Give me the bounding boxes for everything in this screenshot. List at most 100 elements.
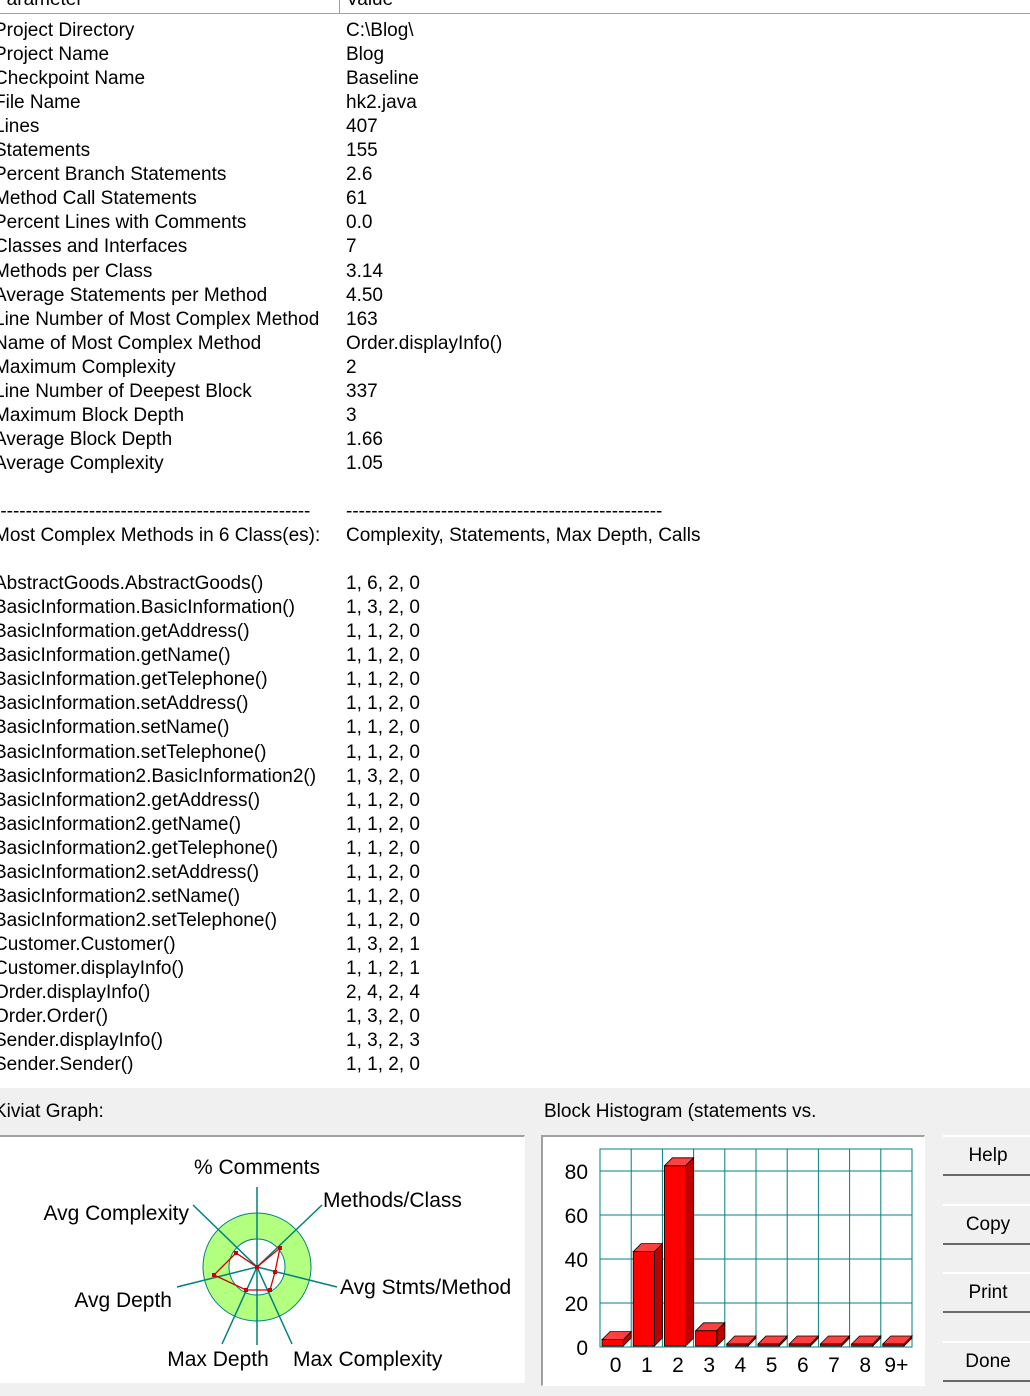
table-row[interactable]: File Name hk2.java — [0, 91, 1030, 115]
row-parameter: Statements — [0, 140, 91, 162]
row-value: 1, 1, 2, 0 — [346, 741, 420, 763]
histogram-bar-front — [851, 1343, 874, 1347]
row-value: 1, 1, 2, 0 — [346, 909, 420, 931]
histogram-y-tick: 20 — [565, 1293, 588, 1316]
table-row[interactable]: Method Call Statements 61 — [0, 187, 1030, 211]
table-row[interactable]: Percent Branch Statements 2.6 — [0, 163, 1030, 187]
row-parameter: Name of Most Complex Method — [0, 332, 262, 354]
row-parameter: Sender.displayInfo() — [0, 1030, 163, 1052]
kiviat-axis-label: Avg Stmts/Method — [340, 1276, 511, 1299]
table-row[interactable]: Customer.displayInfo() 1, 1, 2, 1 — [0, 957, 1030, 981]
row-value: 1, 1, 2, 0 — [346, 861, 420, 883]
table-row[interactable]: BasicInformation2.setAddress() 1, 1, 2, 0 — [0, 861, 1030, 885]
table-row[interactable]: BasicInformation.getName() 1, 1, 2, 0 — [0, 644, 1030, 668]
row-parameter: BasicInformation.setTelephone() — [0, 741, 267, 763]
table-row[interactable]: AbstractGoods.AbstractGoods() 1, 6, 2, 0 — [0, 572, 1030, 596]
table-row[interactable]: BasicInformation.getTelephone() 1, 1, 2, … — [0, 668, 1030, 692]
table-row[interactable]: BasicInformation.setAddress() 1, 1, 2, 0 — [0, 692, 1030, 716]
table-row[interactable]: BasicInformation.setTelephone() 1, 1, 2, … — [0, 741, 1030, 765]
help-button[interactable]: Help — [943, 1135, 1030, 1176]
row-value: 0.0 — [346, 212, 373, 234]
histogram-bar — [663, 1156, 695, 1347]
kiviat-axis-label: Avg Complexity — [43, 1202, 189, 1225]
kiviat-axis-label: Methods/Class — [323, 1189, 462, 1212]
row-value: 2, 4, 2, 4 — [346, 982, 420, 1003]
histogram-x-tick: 0 — [610, 1354, 622, 1377]
table-row[interactable]: BasicInformation.getAddress() 1, 1, 2, 0 — [0, 620, 1030, 644]
row-parameter: BasicInformation2.setName() — [0, 885, 241, 907]
row-parameter: Order.Order() — [0, 1006, 109, 1028]
table-row[interactable]: BasicInformation.BasicInformation() 1, 3,… — [0, 596, 1030, 620]
row-value: 2 — [346, 356, 357, 378]
table-row[interactable]: Checkpoint Name Baseline — [0, 67, 1030, 91]
table-row[interactable]: Average Complexity 1.05 — [0, 452, 1030, 476]
block-histogram: 0 20 40 60 80 0 1 2 3 4 5 6 7 8 9+ — [541, 1135, 925, 1386]
kiviat-axis-label: Max Complexity — [293, 1348, 443, 1371]
histogram-bar — [694, 1321, 726, 1347]
kiviat-axis-label: % Comments — [194, 1156, 320, 1179]
histogram-x-tick: 3 — [703, 1354, 715, 1377]
table-row[interactable] — [0, 476, 1030, 500]
table-row[interactable]: Order.displayInfo() 2, 4, 2, 4 — [0, 981, 1030, 1005]
row-parameter: Line Number of Deepest Block — [0, 380, 252, 402]
table-row[interactable]: Statements 155 — [0, 139, 1030, 163]
row-value: 1, 3, 2, 0 — [346, 597, 420, 619]
table-row[interactable]: Classes and Interfaces 7 — [0, 235, 1030, 259]
row-value: 1, 1, 2, 0 — [346, 885, 420, 907]
table-row[interactable]: Name of Most Complex Method Order.display… — [0, 332, 1030, 356]
row-value: C:\Blog\ — [346, 20, 414, 41]
table-row[interactable] — [0, 548, 1030, 572]
table-row[interactable]: Sender.Sender() 1, 1, 2, 0 — [0, 1053, 1030, 1077]
table-row[interactable]: Average Block Depth 1.66 — [0, 428, 1030, 452]
row-parameter: Order.displayInfo() — [0, 982, 151, 1003]
column-header-parameter[interactable]: Parameter — [0, 0, 83, 11]
kiviat-graph-label: Kiviat Graph: — [0, 1101, 104, 1122]
table-row[interactable]: Order.Order() 1, 3, 2, 0 — [0, 1005, 1030, 1029]
row-value: 1, 3, 2, 3 — [346, 1030, 420, 1052]
row-parameter: Customer.displayInfo() — [0, 957, 185, 979]
table-row[interactable]: BasicInformation.setName() 1, 1, 2, 0 — [0, 716, 1030, 740]
table-row[interactable]: BasicInformation2.getName() 1, 1, 2, 0 — [0, 813, 1030, 837]
table-row[interactable]: Sender.displayInfo() 1, 3, 2, 3 — [0, 1029, 1030, 1053]
column-header-value[interactable]: Value — [346, 0, 393, 11]
table-row[interactable]: ----------------------------------------… — [0, 500, 1030, 524]
row-value: 3.14 — [346, 260, 383, 282]
table-row[interactable]: Average Statements per Method 4.50 — [0, 284, 1030, 308]
print-button[interactable]: Print — [943, 1272, 1030, 1313]
row-parameter: Customer.Customer() — [0, 933, 176, 955]
table-row[interactable]: BasicInformation2.BasicInformation2() 1, … — [0, 765, 1030, 789]
metrics-list[interactable]: Parameter Value Project Directory C:\Blog… — [0, 0, 1030, 1088]
table-row[interactable]: Project Directory C:\Blog\ — [0, 19, 1030, 43]
table-row[interactable]: Project Name Blog — [0, 43, 1030, 67]
row-value: 4.50 — [346, 284, 383, 306]
table-row[interactable]: Percent Lines with Comments 0.0 — [0, 211, 1030, 235]
row-value: 1, 1, 2, 0 — [346, 1054, 420, 1076]
table-row[interactable]: Methods per Class 3.14 — [0, 260, 1030, 284]
table-row[interactable]: Maximum Complexity 2 — [0, 356, 1030, 380]
table-row[interactable]: BasicInformation2.setName() 1, 1, 2, 0 — [0, 885, 1030, 909]
row-parameter: Project Directory — [0, 20, 135, 41]
column-separator[interactable] — [339, 0, 340, 13]
histogram-bar-front — [819, 1343, 842, 1347]
done-button[interactable]: Done — [943, 1341, 1030, 1382]
row-parameter: BasicInformation2.getTelephone() — [0, 837, 279, 859]
histogram-bar-side — [654, 1242, 663, 1347]
table-row[interactable]: Lines 407 — [0, 115, 1030, 139]
copy-button[interactable]: Copy — [943, 1204, 1030, 1245]
table-row[interactable]: BasicInformation2.getAddress() 1, 1, 2, 0 — [0, 789, 1030, 813]
kiviat-point — [255, 1265, 259, 1269]
table-row[interactable]: Maximum Block Depth 3 — [0, 404, 1030, 428]
table-row[interactable]: BasicInformation2.setTelephone() 1, 1, 2,… — [0, 909, 1030, 933]
histogram-x-tick: 1 — [641, 1354, 653, 1377]
row-value: 1, 1, 2, 0 — [346, 717, 420, 739]
table-row[interactable]: BasicInformation2.getTelephone() 1, 1, 2,… — [0, 837, 1030, 861]
table-row[interactable]: Customer.Customer() 1, 3, 2, 1 — [0, 933, 1030, 957]
histogram-x-tick: 8 — [859, 1354, 871, 1377]
histogram-bar-front — [601, 1339, 624, 1347]
histogram-bar-front — [788, 1343, 811, 1347]
table-row[interactable]: Most Complex Methods in 6 Class(es): Comp… — [0, 524, 1030, 548]
kiviat-axis-label: Avg Depth — [74, 1289, 172, 1312]
table-row[interactable]: Line Number of Deepest Block 337 — [0, 380, 1030, 404]
block-histogram-label: Block Histogram (statements vs. — [544, 1101, 817, 1122]
table-row[interactable]: Line Number of Most Complex Method 163 — [0, 308, 1030, 332]
